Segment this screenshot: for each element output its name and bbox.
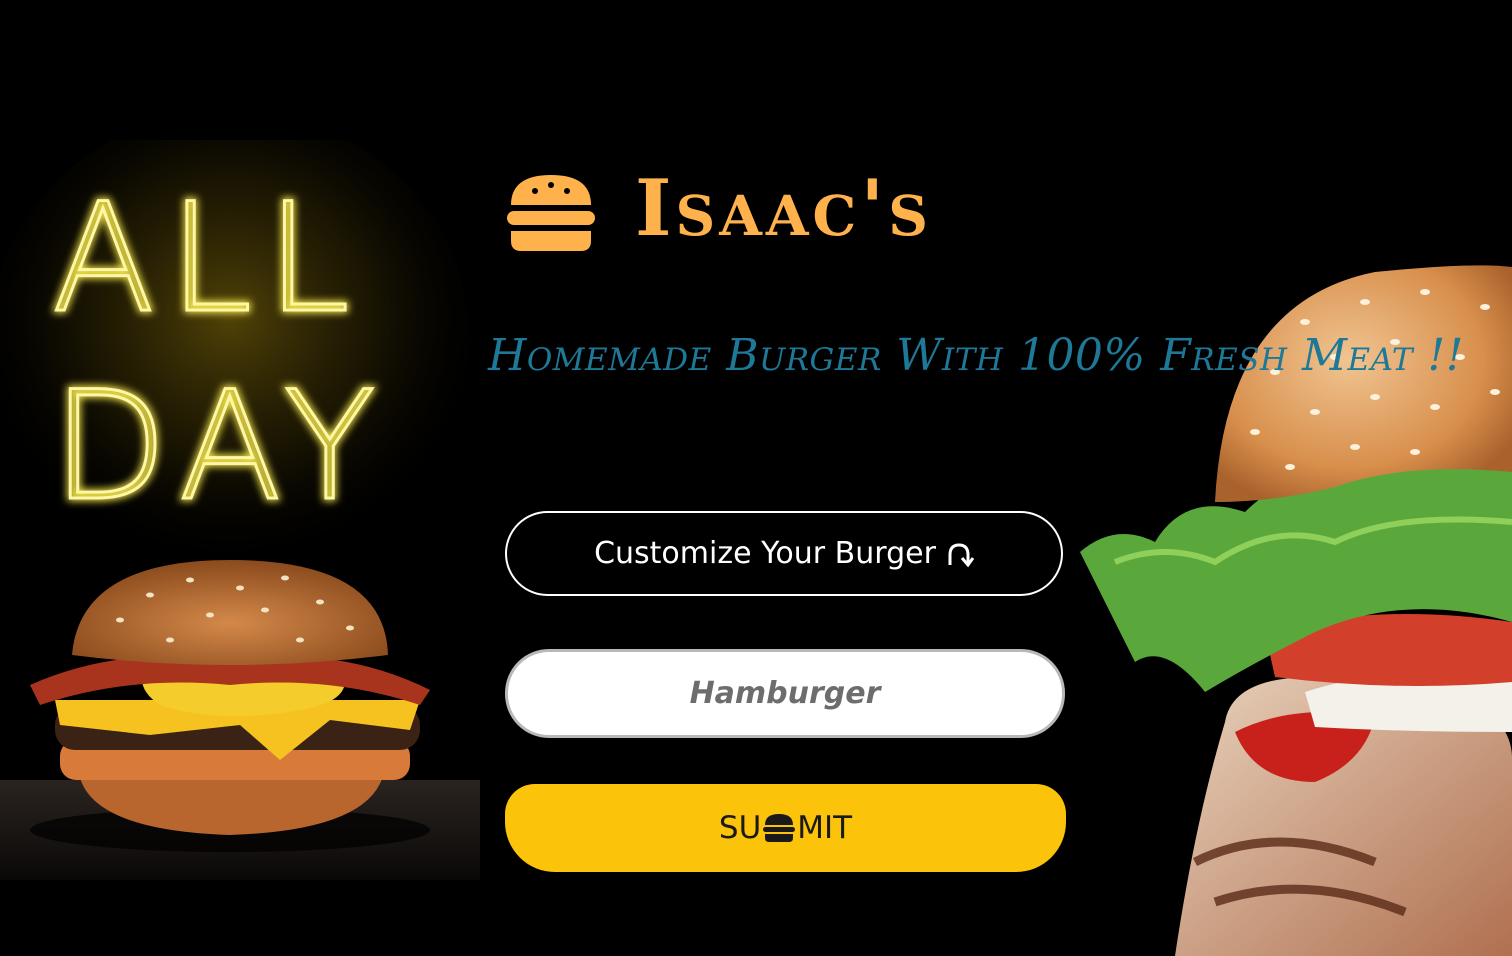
curved-arrow-icon xyxy=(948,542,974,567)
tagline: Homemade Burger With 100% Fresh Meat !! xyxy=(488,330,1464,381)
submit-label-end: MIT xyxy=(797,810,853,846)
neon-line-1: ALL xyxy=(52,172,364,346)
brand: Isaac's xyxy=(505,168,932,258)
left-hero-image: ALL ALL DAY DAY xyxy=(0,140,480,880)
neon-line-2: DAY xyxy=(52,360,389,534)
customize-burger-label: Customize Your Burger xyxy=(594,536,936,571)
hamburger-icon xyxy=(507,175,595,251)
burger-name-input[interactable] xyxy=(505,649,1065,738)
submit-button[interactable]: SU MIT xyxy=(505,784,1066,872)
submit-label-start: SU xyxy=(718,810,762,846)
hamburger-icon xyxy=(763,814,796,842)
page: ALL ALL DAY DAY Isaac's Homemade Burger … xyxy=(0,0,1512,956)
brand-name: Isaac's xyxy=(635,163,932,254)
customize-burger-button[interactable]: Customize Your Burger xyxy=(505,511,1063,596)
